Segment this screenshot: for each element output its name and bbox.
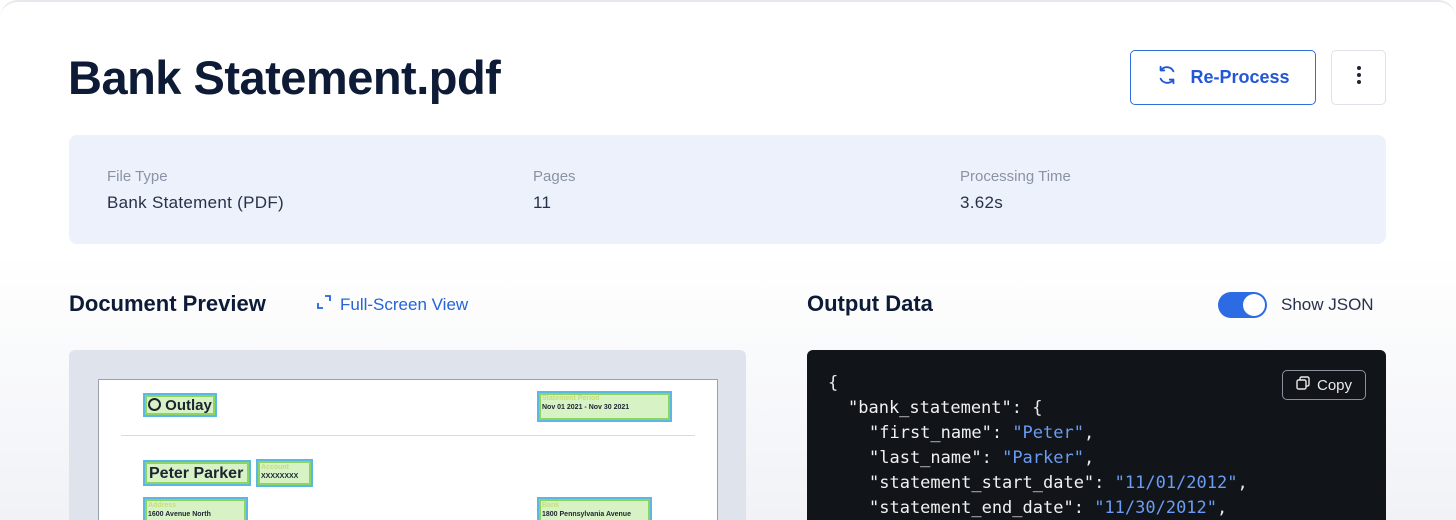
info-value: Bank Statement (PDF) [107,193,285,212]
json-key: "statement_start_date" [869,473,1095,493]
json-key: "bank_statement" [848,398,1012,418]
period-header: Statement Period [542,395,600,402]
info-value: 3.62s [960,193,1004,212]
bank-header: Bank [542,502,560,509]
document-detail-page: Bank Statement.pdf Re-Process File Type … [0,0,1456,520]
outlay-logo-icon [148,398,161,411]
show-json-label: Show JSON [1281,295,1374,314]
fullscreen-label: Full-Screen View [340,294,469,314]
json-output-panel[interactable]: { "bank_statement": { "first_name": "Pet… [807,350,1386,520]
bank-address-value: 1800 Pennsylvania Avenue [542,511,631,518]
period-value: Nov 01 2021 - Nov 30 2021 [542,404,630,411]
page-title: Bank Statement.pdf [68,51,501,104]
pages-info: Pages 11 [533,168,576,213]
file-info-bar: File Type Bank Statement (PDF) Pages 11 … [69,135,1386,244]
address-field-box[interactable]: Address 1600 Avenue North [143,497,248,520]
json-field-line: "last_name": "Parker", [869,448,1095,468]
toggle-knob [1243,294,1265,316]
copy-button[interactable]: Copy [1282,370,1366,400]
document-preview-title: Document Preview [69,291,266,316]
info-label: Processing Time [960,168,1071,185]
document-preview-panel: Outlay Statement Period Nov 01 2021 - No… [69,350,746,520]
json-key: "first_name" [869,423,992,443]
reprocess-button[interactable]: Re-Process [1130,50,1316,105]
json-root-line: "bank_statement": { [848,398,1042,418]
output-data-title: Output Data [807,291,933,316]
address-header: Address [148,502,177,509]
json-value: "Parker" [1002,448,1084,468]
name-field-box[interactable]: Peter Parker [143,460,251,486]
file-type-info: File Type Bank Statement (PDF) [107,168,284,213]
logo-field-box[interactable]: Outlay [143,393,217,417]
account-field-box[interactable]: Account XXXXXXXX [256,459,313,487]
document-page[interactable]: Outlay Statement Period Nov 01 2021 - No… [98,379,718,520]
show-json-toggle-group: Show JSON [1218,292,1374,318]
divider [121,435,695,436]
more-options-button[interactable] [1331,50,1386,105]
json-value: "Peter" [1012,423,1084,443]
processing-time-info: Processing Time 3.62s [960,168,1071,213]
name-value: Peter Parker [149,465,244,482]
json-value: "11/01/2012" [1114,473,1238,493]
vertical-dots-icon [1356,65,1362,90]
json-key: "last_name" [869,448,982,468]
json-value: "11/30/2012" [1094,498,1218,518]
statement-period-box[interactable]: Statement Period Nov 01 2021 - Nov 30 20… [537,391,672,422]
info-value: 11 [533,193,552,212]
info-label: Pages [533,168,576,185]
info-label: File Type [107,168,168,185]
json-punct: : { [1011,398,1043,418]
address-value: 1600 Avenue North [148,511,211,518]
reprocess-label: Re-Process [1190,67,1290,87]
expand-icon [316,294,332,315]
json-field-line: "statement_start_date": "11/01/2012", [869,473,1248,493]
json-key: "statement_end_date" [869,498,1074,518]
bank-field-box[interactable]: Bank 1800 Pennsylvania Avenue [537,497,652,520]
account-value: XXXXXXXX [261,473,299,480]
copy-icon [1296,376,1310,394]
refresh-icon [1156,64,1178,91]
show-json-toggle[interactable] [1218,292,1267,318]
json-field-line: "first_name": "Peter", [869,423,1095,443]
copy-label: Copy [1316,376,1353,394]
fullscreen-view-link[interactable]: Full-Screen View [316,294,468,315]
account-header: Account [261,464,289,471]
json-field-line: "statement_end_date": "11/30/2012", [869,498,1228,518]
logo-text: Outlay [165,397,212,414]
json-open-brace: { [828,373,839,393]
